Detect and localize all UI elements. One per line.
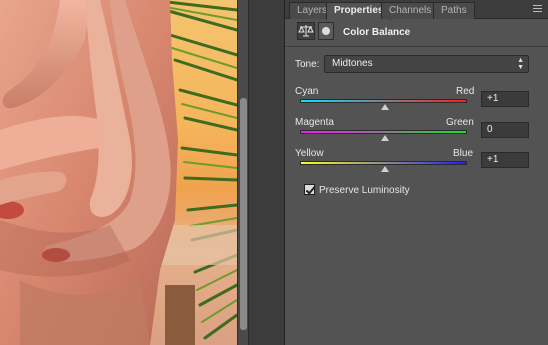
- adjustment-title: Color Balance: [343, 27, 411, 38]
- tab-paths[interactable]: Paths: [433, 2, 475, 19]
- slider-yellow-label: Yellow: [295, 148, 324, 159]
- cyan-red-value-field[interactable]: +1: [481, 91, 529, 107]
- slider-magenta-label: Magenta: [295, 117, 334, 128]
- yellow-blue-value-field[interactable]: +1: [481, 152, 529, 168]
- balance-scale-icon[interactable]: [297, 22, 315, 40]
- tab-channels[interactable]: Channels: [381, 2, 440, 19]
- magenta-green-slider-thumb[interactable]: [380, 135, 389, 141]
- preserve-luminosity-label: Preserve Luminosity: [319, 185, 410, 196]
- slider-green-label: Green: [446, 117, 474, 128]
- document-canvas[interactable]: [0, 0, 237, 345]
- panel-tab-bar: Layers Properties Channels Paths: [285, 0, 548, 20]
- layer-mask-icon[interactable]: [318, 22, 334, 40]
- canvas-vertical-scrollbar[interactable]: [237, 0, 248, 345]
- yellow-blue-slider-track[interactable]: [300, 161, 467, 165]
- properties-header: Color Balance: [285, 19, 548, 47]
- tone-label: Tone:: [295, 59, 320, 70]
- canvas-photo: [0, 0, 237, 345]
- dropdown-arrows-icon: ▲ ▼: [517, 57, 524, 71]
- properties-panel: Layers Properties Channels Paths Color B…: [284, 0, 548, 345]
- panel-gutter: [248, 0, 284, 345]
- yellow-blue-slider-thumb[interactable]: [381, 166, 390, 172]
- tone-dropdown-value: Midtones: [332, 58, 373, 69]
- cyan-red-slider-thumb[interactable]: [381, 104, 390, 110]
- slider-blue-label: Blue: [453, 148, 474, 159]
- magenta-green-value-field[interactable]: 0: [481, 122, 529, 138]
- cyan-red-slider-track[interactable]: [300, 99, 467, 103]
- magenta-green-slider-track[interactable]: [300, 130, 467, 134]
- slider-cyan-label: Cyan: [295, 86, 319, 97]
- scrollbar-thumb[interactable]: [240, 98, 247, 330]
- panel-menu-icon[interactable]: [533, 4, 543, 14]
- tone-dropdown[interactable]: Midtones ▲ ▼: [324, 55, 529, 73]
- preserve-luminosity-checkbox[interactable]: [304, 184, 315, 195]
- slider-red-label: Red: [456, 86, 475, 97]
